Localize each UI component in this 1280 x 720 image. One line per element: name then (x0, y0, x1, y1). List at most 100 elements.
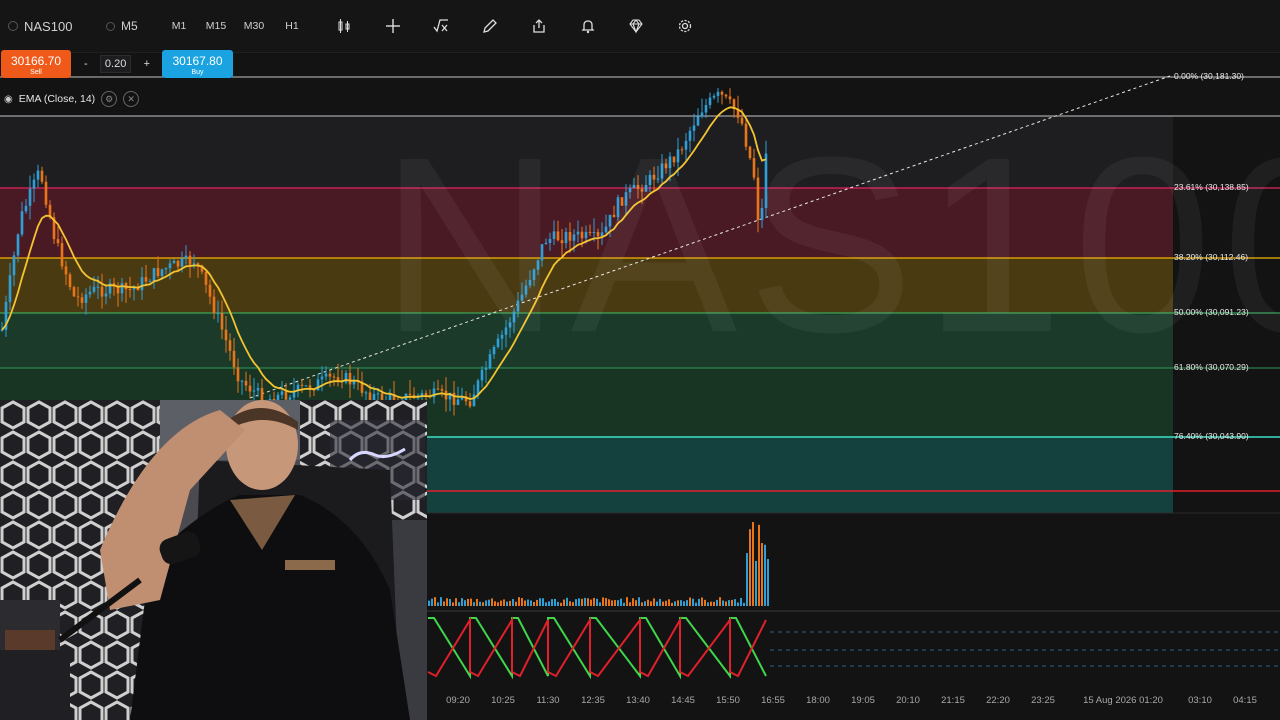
settings-gear-icon[interactable] (673, 14, 697, 38)
candle-body (300, 384, 304, 386)
volume-bar (434, 597, 436, 606)
time-tick: 23:25 (1031, 695, 1055, 706)
volume-bar (641, 602, 643, 606)
volume-bar (746, 553, 748, 606)
volume-bar (503, 599, 505, 606)
alert-bell-icon[interactable] (576, 14, 600, 38)
indicator-visibility-icon[interactable]: ◉ (4, 94, 13, 105)
candle-body (220, 313, 224, 330)
premium-diamond-icon[interactable] (624, 14, 648, 38)
candle-body (64, 266, 68, 275)
volume-bar (728, 600, 730, 606)
indicator-icon[interactable] (429, 14, 453, 38)
volume-bar (740, 598, 742, 606)
volume-bar (443, 601, 445, 606)
timeframe-selector[interactable]: M5 (106, 14, 138, 38)
candle-body (72, 287, 76, 297)
volume-bar (722, 600, 724, 606)
volume-bar (575, 599, 577, 606)
volume-bar (731, 599, 733, 606)
candle-body (436, 388, 440, 390)
symbol-selector[interactable]: NAS100 (8, 14, 72, 38)
volume-bar (617, 600, 619, 606)
volume-bar (590, 599, 592, 606)
buy-button[interactable]: 30167.80 Buy (162, 50, 233, 78)
tf-button-m1[interactable]: M1 (172, 14, 187, 38)
volume-bar (755, 560, 757, 606)
time-tick: 19:05 (851, 695, 875, 706)
volume-bar (560, 602, 562, 606)
volume-bar (698, 598, 700, 606)
time-tick: 13:40 (626, 695, 650, 706)
candle-body (328, 373, 332, 377)
volume-bar (530, 600, 532, 606)
volume-bar (518, 597, 520, 606)
tf-button-h1[interactable]: H1 (285, 14, 299, 38)
sell-button[interactable]: 30166.70 Sell (1, 50, 71, 78)
sell-label: Sell (30, 69, 42, 76)
time-tick: 20:10 (896, 695, 920, 706)
candle-body (32, 179, 36, 189)
volume-bar (671, 602, 673, 606)
volume-bar (674, 601, 676, 606)
draw-pencil-icon[interactable] (478, 14, 502, 38)
time-tick: 18:00 (806, 695, 830, 706)
tf-button-m15[interactable]: M15 (206, 14, 226, 38)
tf-button-m30[interactable]: M30 (243, 14, 265, 38)
crosshair-icon[interactable] (381, 14, 405, 38)
time-tick: 04:15 (1233, 695, 1257, 706)
volume-bar (707, 602, 709, 606)
time-tick: 16:55 (761, 695, 785, 706)
indicator-legend[interactable]: ◉ EMA (Close, 14) ⚙ ✕ (4, 90, 140, 108)
candle-type-icon[interactable] (332, 14, 356, 38)
indicator-remove-icon[interactable]: ✕ (123, 91, 140, 107)
volume-bar (455, 598, 457, 606)
volume-bar (695, 602, 697, 606)
candle-body (84, 294, 88, 303)
candle-body (156, 268, 160, 276)
volume-bar (761, 543, 763, 606)
volume-bar (596, 598, 598, 606)
volume-bar (629, 602, 631, 606)
volume-bar (725, 601, 727, 606)
candle-body (440, 389, 444, 391)
volume-bar (689, 597, 691, 606)
volume-bar (653, 598, 655, 606)
candle-body (104, 293, 108, 297)
candle-body (20, 211, 24, 235)
candle-body (208, 284, 212, 297)
candle-body (720, 91, 724, 95)
candle-body (212, 296, 216, 314)
candle-body (280, 391, 284, 395)
candle-body (8, 275, 12, 302)
volume-bar (509, 600, 511, 606)
volume-bar (500, 600, 502, 606)
candle-body (232, 350, 236, 368)
candle-body (192, 263, 196, 265)
candle-body (472, 394, 476, 407)
volume-bar (602, 597, 604, 606)
volume-bar (497, 602, 499, 606)
quantity-input[interactable]: 0.20 (99, 55, 132, 73)
volume-bar (620, 598, 622, 606)
quantity-decrement-button[interactable]: - (78, 58, 94, 70)
quantity-increment-button[interactable]: + (138, 58, 156, 70)
candle-body (320, 376, 324, 380)
volume-bar (608, 599, 610, 606)
volume-bar (713, 601, 715, 606)
indicator-settings-icon[interactable]: ⚙ (101, 91, 118, 107)
quantity-stepper[interactable]: - 0.20 + (78, 53, 156, 75)
share-icon[interactable] (527, 14, 551, 38)
volume-bar (605, 598, 607, 606)
timeframe-dot-icon (106, 21, 115, 31)
fib-label-50: 50.00% (30,091.23) (1174, 307, 1249, 317)
volume-bar (446, 598, 448, 606)
time-tick: 22:20 (986, 695, 1010, 706)
volume-bar (485, 600, 487, 606)
candle-body (716, 91, 720, 96)
volume-bar (764, 544, 766, 606)
candle-body (164, 268, 168, 270)
candle-body (364, 392, 368, 394)
volume-bar (743, 602, 745, 606)
volume-bar (512, 599, 514, 606)
